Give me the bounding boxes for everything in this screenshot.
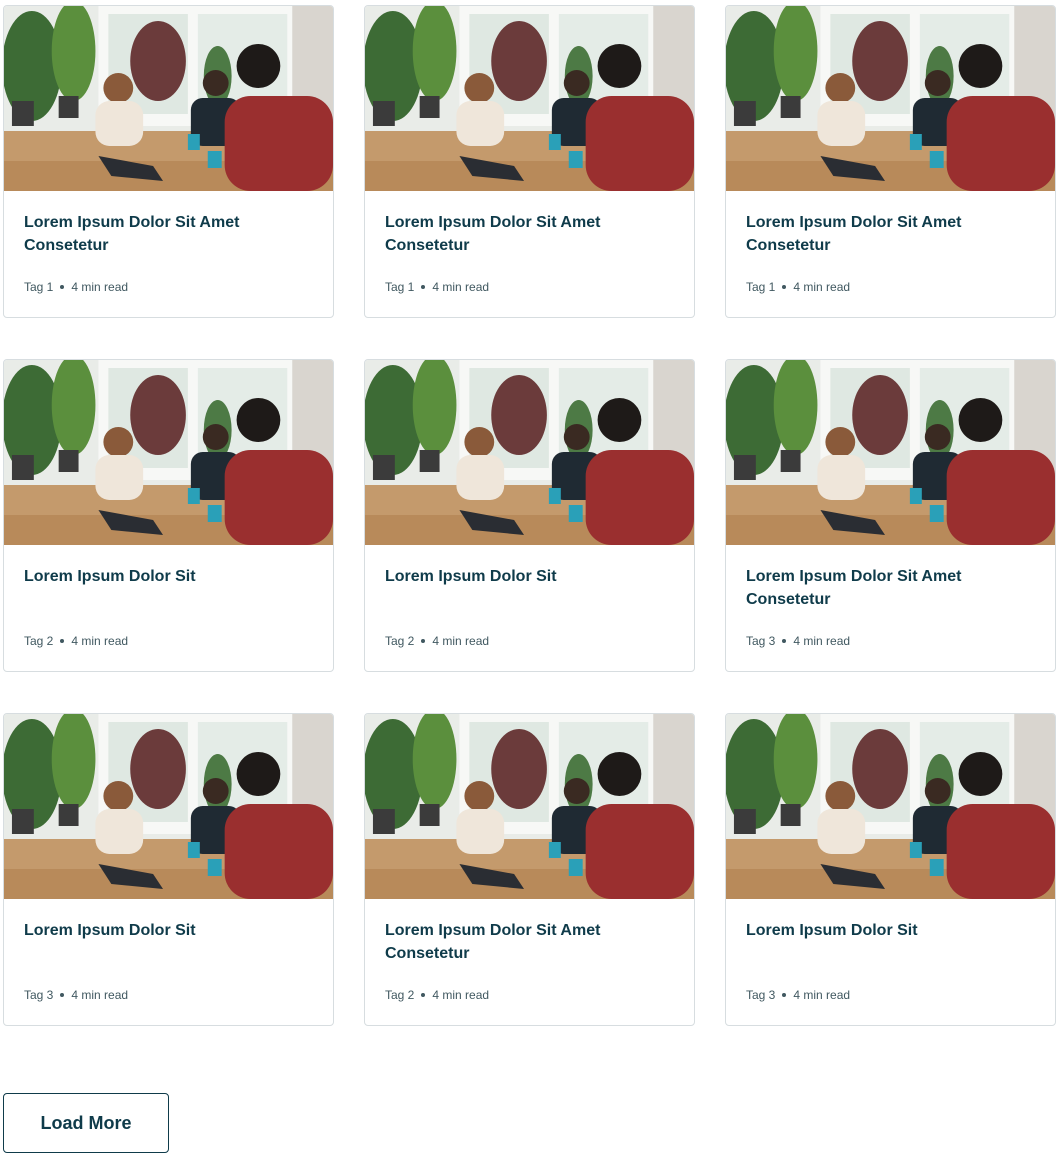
card-body: Lorem Ipsum Dolor Sit Tag 3 4 min read xyxy=(24,899,313,1025)
card-image xyxy=(365,6,694,191)
card-meta: Tag 3 4 min read xyxy=(746,987,850,1003)
card-read-time: 4 min read xyxy=(793,634,851,648)
card-read-time: 4 min read xyxy=(793,280,851,294)
article-card[interactable]: Lorem Ipsum Dolor Sit Tag 3 4 min read xyxy=(725,713,1056,1026)
card-image xyxy=(726,6,1055,191)
card-tag: Tag 2 xyxy=(385,988,415,1002)
card-title[interactable]: Lorem Ipsum Dolor Sit xyxy=(746,919,1035,942)
card-body: Lorem Ipsum Dolor Sit Amet Consetetur Ta… xyxy=(385,899,674,1025)
article-card[interactable]: Lorem Ipsum Dolor Sit Amet Consetetur Ta… xyxy=(725,5,1056,318)
article-card[interactable]: Lorem Ipsum Dolor Sit Amet Consetetur Ta… xyxy=(725,359,1056,672)
separator-dot-icon xyxy=(782,993,787,997)
card-title[interactable]: Lorem Ipsum Dolor Sit Amet Consetetur xyxy=(24,211,313,257)
card-meta: Tag 3 4 min read xyxy=(746,633,850,649)
card-meta: Tag 1 4 min read xyxy=(746,279,850,295)
card-read-time: 4 min read xyxy=(432,988,490,1002)
card-read-time: 4 min read xyxy=(71,634,129,648)
card-title[interactable]: Lorem Ipsum Dolor Sit xyxy=(24,919,313,942)
card-tag: Tag 3 xyxy=(746,634,776,648)
card-body: Lorem Ipsum Dolor Sit Amet Consetetur Ta… xyxy=(746,191,1035,317)
card-image xyxy=(726,360,1055,545)
card-title[interactable]: Lorem Ipsum Dolor Sit xyxy=(24,565,313,588)
load-more-button[interactable]: Load More xyxy=(3,1093,169,1153)
card-image xyxy=(365,360,694,545)
card-title[interactable]: Lorem Ipsum Dolor Sit Amet Consetetur xyxy=(385,211,674,257)
card-meta: Tag 2 4 min read xyxy=(385,633,489,649)
card-tag: Tag 2 xyxy=(24,634,54,648)
card-meta: Tag 2 4 min read xyxy=(385,987,489,1003)
card-tag: Tag 2 xyxy=(385,634,415,648)
card-image xyxy=(365,714,694,899)
card-body: Lorem Ipsum Dolor Sit Tag 2 4 min read xyxy=(24,545,313,671)
card-tag: Tag 3 xyxy=(24,988,54,1002)
separator-dot-icon xyxy=(782,285,787,289)
card-body: Lorem Ipsum Dolor Sit Amet Consetetur Ta… xyxy=(24,191,313,317)
separator-dot-icon xyxy=(782,639,787,643)
card-meta: Tag 1 4 min read xyxy=(385,279,489,295)
separator-dot-icon xyxy=(421,993,426,997)
card-body: Lorem Ipsum Dolor Sit Amet Consetetur Ta… xyxy=(746,545,1035,671)
card-image xyxy=(4,360,333,545)
card-meta: Tag 3 4 min read xyxy=(24,987,128,1003)
card-tag: Tag 3 xyxy=(746,988,776,1002)
card-title[interactable]: Lorem Ipsum Dolor Sit Amet Consetetur xyxy=(385,919,674,965)
card-meta: Tag 2 4 min read xyxy=(24,633,128,649)
card-tag: Tag 1 xyxy=(385,280,415,294)
article-card[interactable]: Lorem Ipsum Dolor Sit Tag 2 4 min read xyxy=(364,359,695,672)
card-read-time: 4 min read xyxy=(432,280,490,294)
card-read-time: 4 min read xyxy=(793,988,851,1002)
card-read-time: 4 min read xyxy=(432,634,490,648)
separator-dot-icon xyxy=(60,639,65,643)
card-body: Lorem Ipsum Dolor Sit Amet Consetetur Ta… xyxy=(385,191,674,317)
card-title[interactable]: Lorem Ipsum Dolor Sit Amet Consetetur xyxy=(746,565,1035,611)
card-image xyxy=(726,714,1055,899)
separator-dot-icon xyxy=(421,639,426,643)
separator-dot-icon xyxy=(60,993,65,997)
card-image xyxy=(4,6,333,191)
article-card-grid: Lorem Ipsum Dolor Sit Amet Consetetur Ta… xyxy=(3,5,1056,1026)
card-body: Lorem Ipsum Dolor Sit Tag 2 4 min read xyxy=(385,545,674,671)
article-card[interactable]: Lorem Ipsum Dolor Sit Amet Consetetur Ta… xyxy=(364,5,695,318)
article-card[interactable]: Lorem Ipsum Dolor Sit Amet Consetetur Ta… xyxy=(3,5,334,318)
separator-dot-icon xyxy=(421,285,426,289)
separator-dot-icon xyxy=(60,285,65,289)
article-card[interactable]: Lorem Ipsum Dolor Sit Tag 3 4 min read xyxy=(3,713,334,1026)
card-tag: Tag 1 xyxy=(24,280,54,294)
card-read-time: 4 min read xyxy=(71,988,129,1002)
card-tag: Tag 1 xyxy=(746,280,776,294)
article-card[interactable]: Lorem Ipsum Dolor Sit Amet Consetetur Ta… xyxy=(364,713,695,1026)
article-card[interactable]: Lorem Ipsum Dolor Sit Tag 2 4 min read xyxy=(3,359,334,672)
card-read-time: 4 min read xyxy=(71,280,129,294)
card-image xyxy=(4,714,333,899)
card-title[interactable]: Lorem Ipsum Dolor Sit Amet Consetetur xyxy=(746,211,1035,257)
card-title[interactable]: Lorem Ipsum Dolor Sit xyxy=(385,565,674,588)
card-body: Lorem Ipsum Dolor Sit Tag 3 4 min read xyxy=(746,899,1035,1025)
card-meta: Tag 1 4 min read xyxy=(24,279,128,295)
